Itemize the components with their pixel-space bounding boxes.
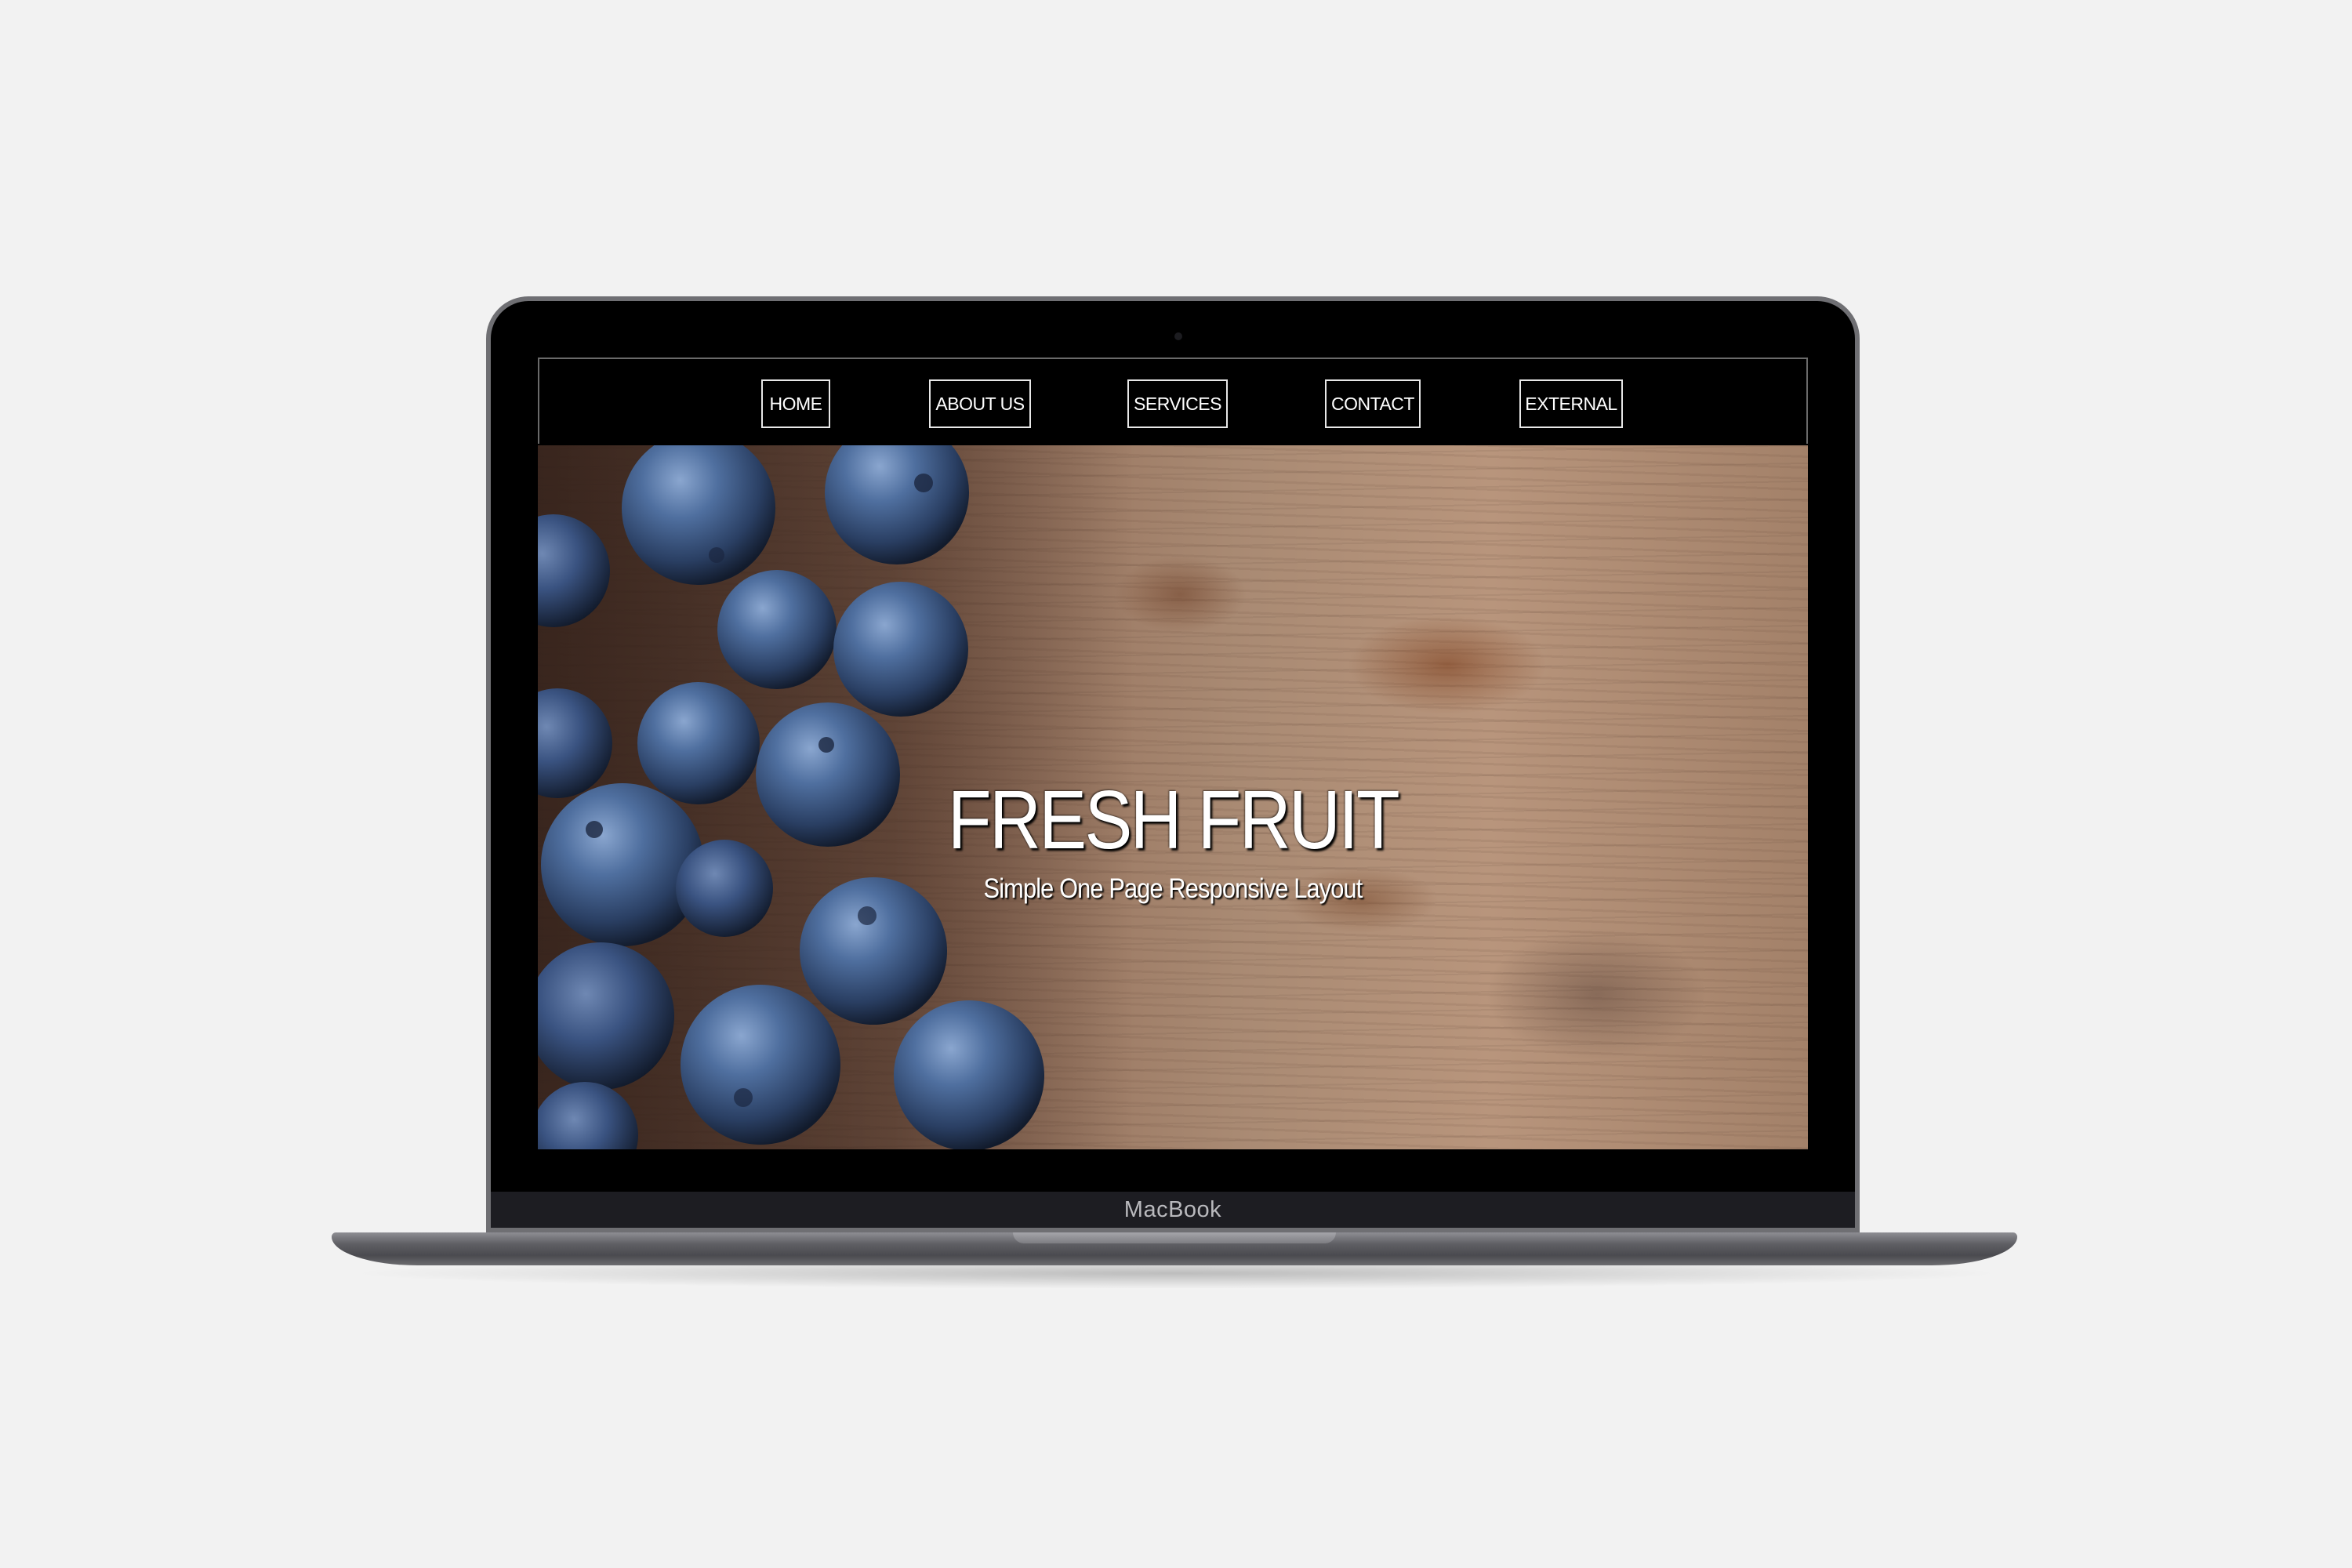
webcam-icon — [1174, 332, 1182, 340]
navbar: HOME ABOUT US SERVICES CONTACT EXTERNAL — [538, 359, 1808, 444]
hero-title: FRESH FRUIT — [947, 774, 1400, 866]
mockup-stage: MacBook HOME ABOUT US SERVICES CONTACT E… — [0, 0, 2352, 1568]
nav-about-us-button[interactable]: ABOUT US — [929, 379, 1031, 428]
hero-subtitle: Simple One Page Responsive Layout — [983, 873, 1363, 904]
device-label: MacBook — [1123, 1196, 1222, 1222]
hero-banner: FRESH FRUIT Simple One Page Responsive L… — [538, 445, 1808, 1149]
laptop-opening-notch — [1013, 1232, 1336, 1243]
website-screen: HOME ABOUT US SERVICES CONTACT EXTERNAL — [538, 358, 1808, 1149]
laptop-chin: MacBook — [491, 1192, 1855, 1228]
nav-external-button[interactable]: EXTERNAL — [1519, 379, 1623, 428]
nav-services-button[interactable]: SERVICES — [1127, 379, 1228, 428]
nav-home-button[interactable]: HOME — [761, 379, 830, 428]
nav-contact-button[interactable]: CONTACT — [1325, 379, 1421, 428]
